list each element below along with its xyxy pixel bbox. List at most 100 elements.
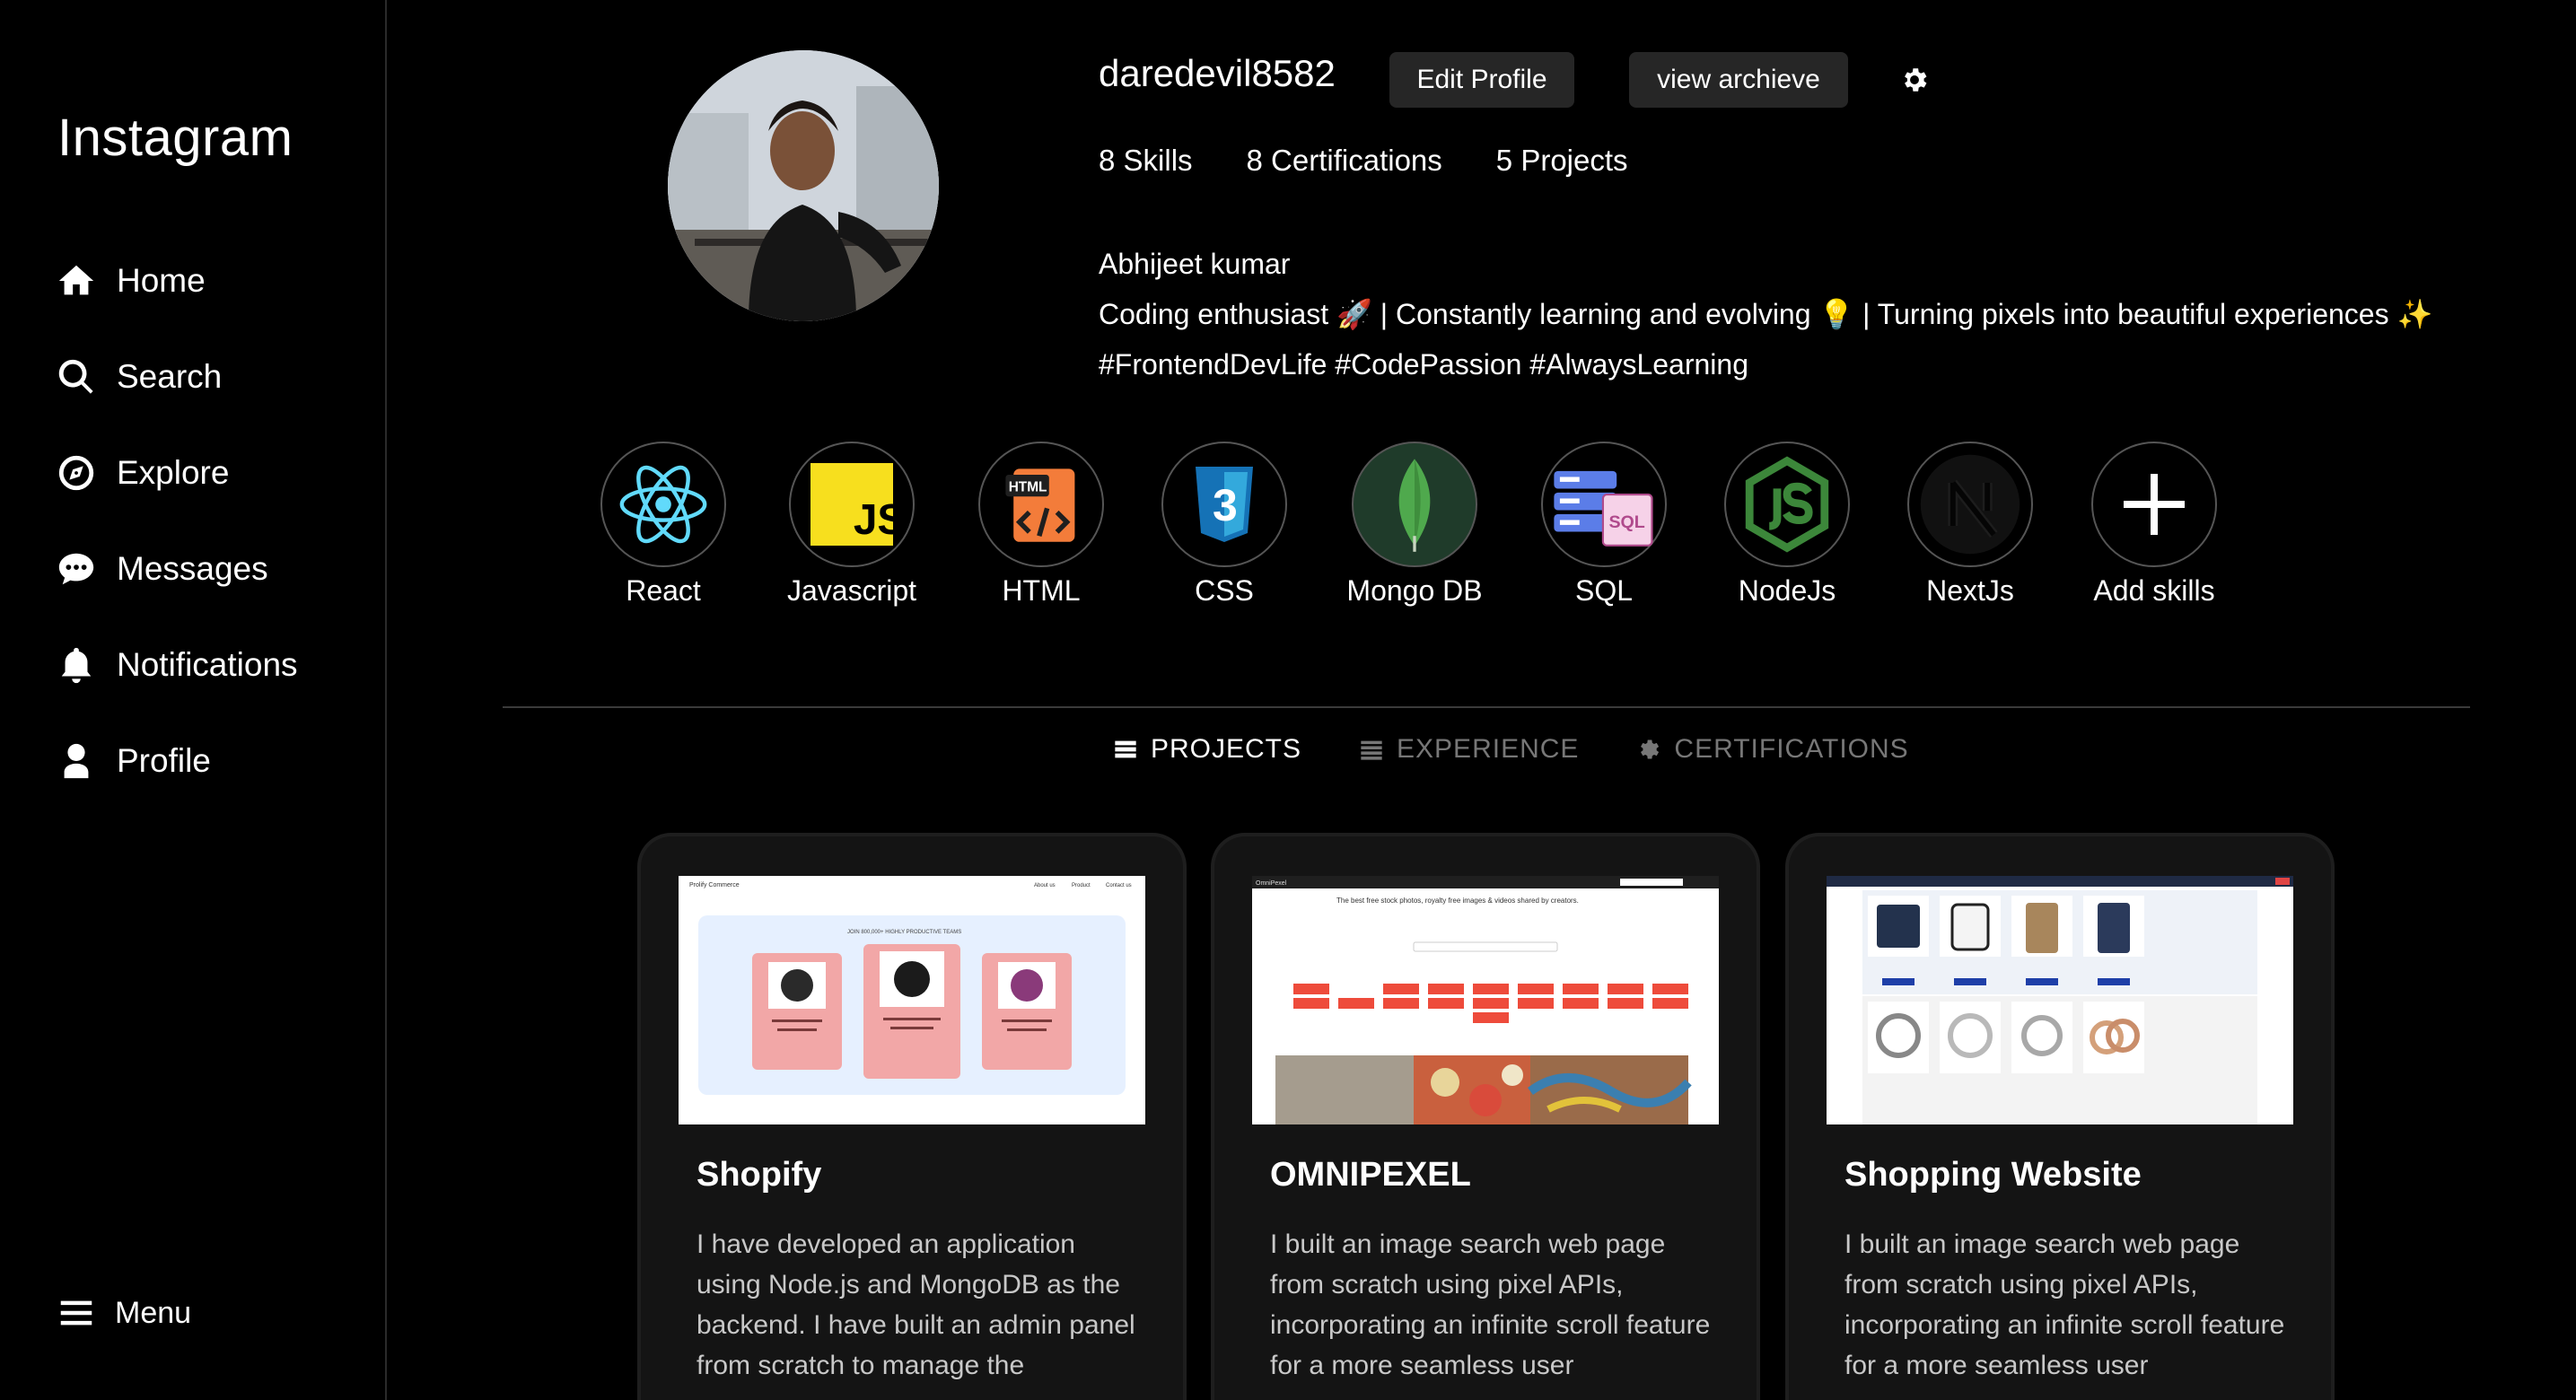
- bell-icon: [61, 647, 92, 684]
- sidebar-item-search[interactable]: Search: [56, 356, 222, 398]
- skill-mongodb[interactable]: Mongo DB: [1325, 442, 1504, 608]
- skill-circle: [2091, 442, 2217, 567]
- skill-nodejs[interactable]: NodeJs: [1697, 442, 1877, 608]
- tab-label: EXPERIENCE: [1397, 734, 1580, 764]
- stat-certifications[interactable]: 8 Certifications: [1247, 144, 1442, 178]
- sidebar-item-notifications[interactable]: Notifications: [56, 644, 298, 686]
- profile-username: daredevil8582: [1099, 52, 1336, 94]
- tab-experience[interactable]: EXPERIENCE: [1359, 734, 1579, 765]
- omnipexel-screenshot: OmniPexel The best free stock photos, ro…: [1252, 876, 1719, 1124]
- plus-icon: [2124, 474, 2185, 535]
- sidebar-item-label: Messages: [117, 550, 268, 587]
- shopify-screenshot: Prolify Commerce About us Product Contac…: [679, 876, 1145, 1124]
- project-title: Shopify: [697, 1156, 822, 1194]
- sql-text: SQL: [1608, 512, 1644, 532]
- thumb-heading: JOIN 800,000+ HIGHLY PRODUCTIVE TEAMS: [847, 930, 961, 935]
- project-title: Shopping Website: [1844, 1156, 2142, 1194]
- project-thumbnail: [1827, 876, 2293, 1124]
- skill-sql[interactable]: SQL SQL: [1514, 442, 1694, 608]
- sidebar: Instagram Home Search Explore Messages N…: [0, 0, 387, 1400]
- skill-label: SQL: [1574, 574, 1634, 607]
- chat-bubble-icon: [58, 553, 94, 585]
- profile-hashtags: #FrontendDevLife #CodePassion #AlwaysLea…: [1099, 348, 1748, 381]
- project-description: I built an image search web page from sc…: [1270, 1229, 1711, 1380]
- sidebar-item-label: Home: [117, 262, 206, 299]
- sidebar-item-home[interactable]: Home: [56, 260, 206, 302]
- thumb-nav-contact: Contact us: [1106, 883, 1132, 888]
- skill-circle: [1907, 442, 2033, 567]
- tab-label: PROJECTS: [1151, 734, 1302, 764]
- skill-circle: 3: [1161, 442, 1287, 567]
- stat-skills[interactable]: 8 Skills: [1099, 144, 1193, 178]
- menu-button[interactable]: Menu: [56, 1292, 191, 1334]
- profile-avatar[interactable]: [668, 50, 939, 321]
- skill-circle: [600, 442, 726, 567]
- gear-icon[interactable]: [1899, 65, 1930, 95]
- skill-label: Add skills: [2093, 574, 2215, 607]
- menu-label: Menu: [115, 1295, 192, 1330]
- skill-html[interactable]: HTML HTML: [951, 442, 1131, 608]
- skill-circle: SQL: [1541, 442, 1667, 567]
- thumb-nav-product: Product: [1072, 883, 1091, 888]
- skill-label: Mongo DB: [1346, 574, 1483, 607]
- skill-circle: [1352, 442, 1477, 567]
- react-icon: [619, 465, 707, 544]
- thumb-heading: The best free stock photos, royalty free…: [1336, 897, 1579, 905]
- user-icon: [64, 743, 89, 779]
- nextjs-icon: [1920, 454, 2020, 555]
- js-text: JS: [854, 496, 893, 544]
- gear-icon: [1641, 739, 1660, 759]
- skill-label: NodeJs: [1738, 574, 1836, 607]
- skill-javascript[interactable]: JS Javascript: [762, 442, 942, 608]
- shopping-website-screenshot: [1827, 876, 2293, 1124]
- skill-label: HTML: [1002, 574, 1081, 607]
- search-icon: [58, 359, 93, 394]
- sidebar-item-messages[interactable]: Messages: [56, 548, 268, 590]
- sql-icon: SQL: [1554, 470, 1653, 547]
- sidebar-item-label: Profile: [117, 742, 211, 779]
- project-card-omnipexel[interactable]: OmniPexel The best free stock photos, ro…: [1214, 836, 1757, 1400]
- javascript-icon: JS: [810, 463, 893, 546]
- view-archive-button[interactable]: view archieve: [1629, 52, 1848, 108]
- thumb-brand: Prolify Commerce: [689, 882, 740, 888]
- stat-projects[interactable]: 5 Projects: [1496, 144, 1628, 178]
- html-text: HTML: [1009, 480, 1047, 495]
- sidebar-item-explore[interactable]: Explore: [56, 452, 229, 494]
- avatar-photo: [668, 50, 939, 321]
- hamburger-icon: [60, 1300, 92, 1326]
- sidebar-item-label: Explore: [117, 454, 230, 491]
- thumb-nav-about: About us: [1034, 883, 1056, 888]
- skill-css[interactable]: 3 CSS: [1135, 442, 1314, 608]
- project-thumbnail: Prolify Commerce About us Product Contac…: [679, 876, 1145, 1124]
- profile-bio: Coding enthusiast 🚀 | Constantly learnin…: [1099, 298, 2433, 330]
- compass-icon: [58, 455, 94, 491]
- tab-certifications[interactable]: CERTIFICATIONS: [1636, 734, 1908, 765]
- skill-nextjs[interactable]: NextJs: [1880, 442, 2060, 608]
- skill-circle: JS: [789, 442, 915, 567]
- add-skill-button[interactable]: Add skills: [2064, 442, 2244, 608]
- project-description: I have developed an application using No…: [697, 1229, 1135, 1380]
- profile-tabs: PROJECTS EXPERIENCE CERTIFICATIONS: [1113, 734, 1909, 765]
- thumb-brand: OmniPexel: [1256, 880, 1287, 887]
- project-card-shopping-website[interactable]: Shopping Website I built an image search…: [1789, 836, 2331, 1400]
- list-icon: [1361, 740, 1382, 760]
- skill-react[interactable]: React: [574, 442, 753, 608]
- edit-profile-button[interactable]: Edit Profile: [1389, 52, 1574, 108]
- project-card-shopify[interactable]: Prolify Commerce About us Product Contac…: [641, 836, 1183, 1400]
- section-divider: [503, 706, 2470, 708]
- brand-logo[interactable]: Instagram: [57, 108, 293, 168]
- profile-stats: 8 Skills 8 Certifications 5 Projects: [1099, 144, 1628, 178]
- skill-circle: HTML: [978, 442, 1104, 567]
- skill-circle: [1724, 442, 1850, 567]
- sidebar-item-profile[interactable]: Profile: [56, 740, 211, 782]
- sidebar-item-label: Notifications: [117, 646, 298, 683]
- home-icon: [58, 265, 94, 295]
- skill-label: React: [626, 574, 701, 607]
- mongodb-icon: [1398, 459, 1431, 552]
- tab-projects[interactable]: PROJECTS: [1113, 734, 1301, 765]
- html-icon: HTML: [1005, 468, 1075, 542]
- project-thumbnail: OmniPexel The best free stock photos, ro…: [1252, 876, 1719, 1124]
- skill-label: Javascript: [786, 574, 917, 607]
- css-icon: 3: [1196, 467, 1253, 542]
- nodejs-icon: [1745, 456, 1829, 553]
